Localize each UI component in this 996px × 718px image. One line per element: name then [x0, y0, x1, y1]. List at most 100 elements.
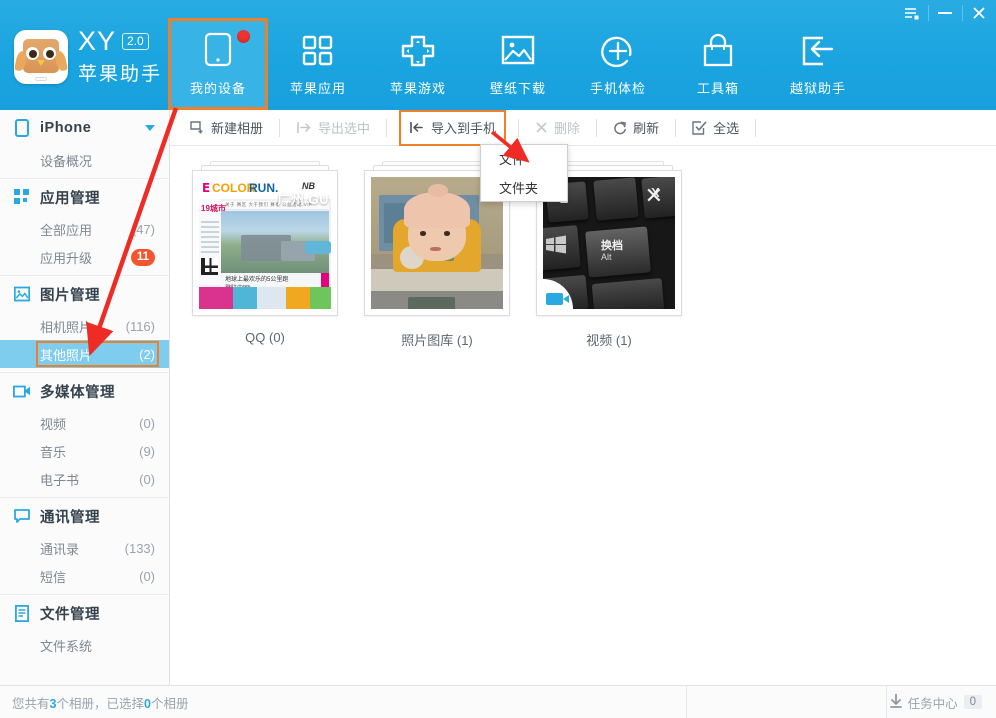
main-nav: 我的设备 苹果应用 苹果游戏 壁纸下载 手机体检 工具箱 越狱助手	[168, 18, 868, 110]
menu-item-folder[interactable]: 文件夹	[481, 174, 567, 203]
close-icon: ✕	[644, 183, 663, 208]
sidebar-head-communication[interactable]: 通讯管理	[0, 498, 169, 534]
toolbar-separator	[386, 118, 388, 137]
sidebar-head-multimedia[interactable]: 多媒体管理	[0, 373, 169, 409]
sidebar-group-file-management: 文件管理 文件系统	[0, 595, 169, 663]
sidebar-item-count: (2)	[139, 346, 155, 362]
chevron-down-icon[interactable]	[145, 125, 155, 131]
toolbar-separator	[675, 118, 677, 137]
sidebar: iPhone 设备概况 应用管理 全部应用 (47) 应用升级 11 图片管理 …	[0, 110, 170, 685]
nav-item-toolbox[interactable]: 工具箱	[668, 18, 768, 110]
sidebar-item-label: 音乐	[40, 444, 67, 460]
sidebar-item-file-system[interactable]: 文件系统	[0, 631, 169, 659]
file-icon	[12, 603, 32, 623]
select-all-icon	[692, 120, 707, 135]
album-count: (0)	[268, 330, 285, 345]
apps-grid-icon	[300, 30, 336, 72]
sidebar-item-sms[interactable]: 短信 (0)	[0, 562, 169, 590]
toolbox-bag-icon	[700, 30, 736, 72]
sidebar-item-music[interactable]: 音乐 (9)	[0, 437, 169, 465]
sidebar-head-file-management[interactable]: 文件管理	[0, 595, 169, 631]
nav-item-wallpaper[interactable]: 壁纸下载	[468, 18, 568, 110]
sidebar-item-count: (0)	[139, 471, 155, 487]
ecolorrun-webpage-thumbnail: E COLOR RUN. NB 关于 赛区 大于我们 赛事 公益活动 VIP 1…	[199, 177, 331, 309]
sidebar-item-count: (0)	[139, 568, 155, 584]
sidebar-group-communication: 通讯管理 通讯录 (133) 短信 (0)	[0, 498, 169, 595]
album-item[interactable]: E COLOR RUN. NB 关于 赛区 大于我们 赛事 公益活动 VIP 1…	[184, 161, 346, 349]
sidebar-item-other-photos[interactable]: 其他照片 (2)	[0, 340, 169, 368]
brand-version: 2.0	[122, 33, 149, 50]
qr-code-icon	[201, 258, 218, 275]
thumb-text-hero: 广州 GU	[277, 192, 329, 207]
import-to-phone-button[interactable]: 导入到手机	[399, 109, 507, 146]
delete-button[interactable]: 删除	[525, 115, 590, 141]
sidebar-group-title: iPhone	[40, 120, 92, 136]
task-center[interactable]: 任务中心 0	[889, 692, 982, 712]
app-header: XY 2.0 苹果助手 我的设备 苹果应用 苹果游戏 壁纸下载 手机体检 工具箱…	[0, 0, 996, 110]
sidebar-item-app-upgrade[interactable]: 应用升级 11	[0, 243, 169, 271]
status-bar: 您共有3个相册，已选择0个相册 任务中心 0	[0, 685, 996, 718]
task-count-badge: 0	[963, 695, 982, 709]
sidebar-head-app-management[interactable]: 应用管理	[0, 179, 169, 215]
logo-owl-icon	[14, 30, 68, 84]
chat-icon	[12, 506, 32, 526]
status-middle: 个相册，已选择	[56, 696, 144, 711]
jailbreak-arrow-icon	[799, 30, 837, 72]
nav-label: 工具箱	[696, 81, 739, 96]
toolbar: 新建相册 导出选中 导入到手机 删除 刷新 全选	[170, 109, 996, 146]
sidebar-item-video[interactable]: 视频 (0)	[0, 409, 169, 437]
nav-item-jailbreak[interactable]: 越狱助手	[768, 18, 868, 110]
sidebar-item-device-overview[interactable]: 设备概况	[0, 146, 169, 174]
status-suffix: 个相册	[150, 696, 189, 711]
sidebar-item-contacts[interactable]: 通讯录 (133)	[0, 534, 169, 562]
sidebar-group-title: 图片管理	[40, 287, 100, 304]
album-thumbnail-frame: E COLOR RUN. NB 关于 赛区 大于我们 赛事 公益活动 VIP 1…	[192, 170, 338, 316]
thumb-text-e: E	[202, 181, 211, 195]
select-all-button[interactable]: 全选	[682, 115, 749, 141]
album-stack: E COLOR RUN. NB 关于 赛区 大于我们 赛事 公益活动 VIP 1…	[192, 161, 338, 316]
menu-icon[interactable]	[894, 0, 928, 26]
nav-label: 苹果应用	[289, 81, 346, 96]
sidebar-group-title: 通讯管理	[40, 509, 100, 526]
album-caption: 照片图库 (1)	[401, 330, 473, 349]
nav-label: 越狱助手	[789, 81, 846, 96]
apps-icon	[12, 187, 32, 207]
new-album-button[interactable]: 新建相册	[180, 115, 273, 141]
toolbar-separator	[755, 118, 757, 137]
main-panel: 新建相册 导出选中 导入到手机 删除 刷新 全选 E COLOR RUN. NB…	[170, 109, 996, 685]
sidebar-head-image-management[interactable]: 图片管理	[0, 276, 169, 312]
wallpaper-image-icon	[499, 30, 537, 72]
status-separator	[886, 686, 887, 718]
album-grid: E COLOR RUN. NB 关于 赛区 大于我们 赛事 公益活动 VIP 1…	[184, 161, 996, 349]
album-count: (1)	[456, 333, 473, 348]
close-icon[interactable]	[962, 0, 996, 26]
sidebar-group-title: 多媒体管理	[40, 384, 115, 401]
nav-label: 苹果游戏	[389, 81, 446, 96]
nav-label: 手机体检	[589, 81, 646, 96]
image-icon	[12, 284, 32, 304]
key-label-alt-en: Alt	[601, 252, 612, 262]
nav-item-my-device[interactable]: 我的设备	[168, 18, 268, 110]
toolbar-separator	[518, 118, 520, 137]
sidebar-head-iphone[interactable]: iPhone	[0, 110, 169, 146]
minimize-icon[interactable]	[928, 0, 962, 26]
video-icon	[12, 381, 32, 401]
window-controls	[894, 0, 996, 26]
sidebar-item-count: (116)	[125, 318, 155, 334]
import-icon	[409, 121, 425, 134]
sidebar-item-ebook[interactable]: 电子书 (0)	[0, 465, 169, 493]
toolbar-label: 全选	[713, 121, 740, 136]
app-window: XY 2.0 苹果助手 我的设备 苹果应用 苹果游戏 壁纸下载 手机体检 工具箱…	[0, 0, 996, 718]
status-separator	[686, 686, 687, 718]
nav-item-phone-checkup[interactable]: 手机体检	[568, 18, 668, 110]
export-selected-button[interactable]: 导出选中	[286, 115, 380, 141]
menu-item-file[interactable]: 文件	[481, 145, 567, 174]
sidebar-item-label: 短信	[40, 569, 67, 585]
nav-item-apple-apps[interactable]: 苹果应用	[268, 18, 368, 110]
refresh-button[interactable]: 刷新	[603, 115, 669, 141]
sidebar-item-all-apps[interactable]: 全部应用 (47)	[0, 215, 169, 243]
sidebar-item-label: 设备概况	[40, 153, 93, 169]
sidebar-item-camera-photos[interactable]: 相机照片 (116)	[0, 312, 169, 340]
export-icon	[296, 121, 312, 134]
nav-item-apple-games[interactable]: 苹果游戏	[368, 18, 468, 110]
